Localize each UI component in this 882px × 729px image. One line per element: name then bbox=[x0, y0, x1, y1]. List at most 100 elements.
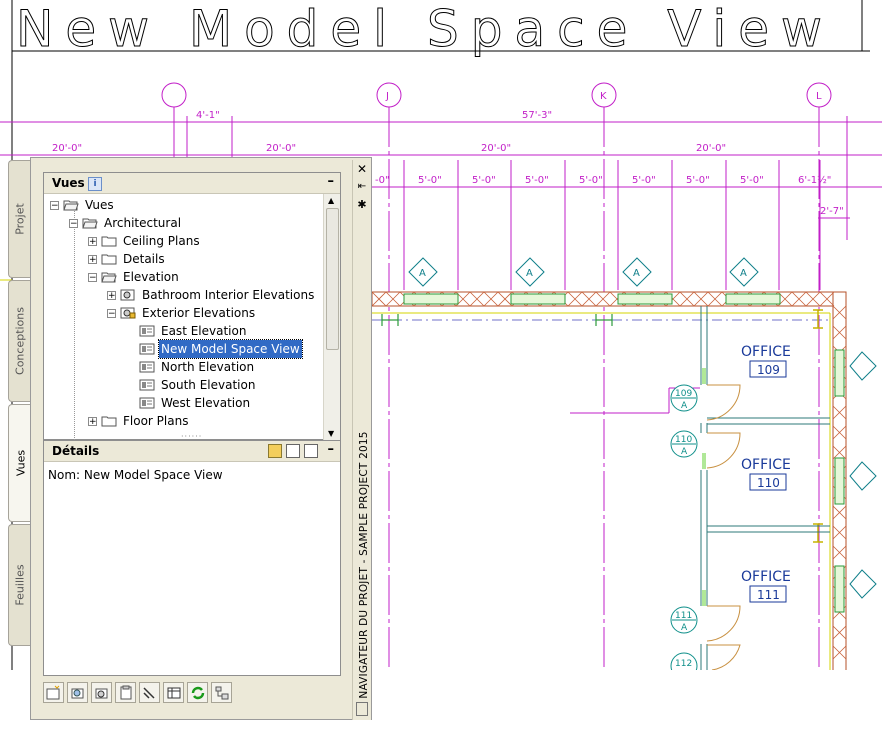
tree-node[interactable]: − Vues bbox=[50, 196, 116, 214]
tab-feuilles[interactable]: Feuilles bbox=[8, 524, 31, 646]
drawing-title: New Model Space View bbox=[16, 0, 834, 58]
folder-icon bbox=[101, 253, 117, 265]
collapse-node-icon[interactable]: − bbox=[107, 308, 116, 318]
door-tag-type: A bbox=[681, 401, 688, 411]
tree-node[interactable]: New Model Space View bbox=[126, 339, 303, 359]
tree-node-label: Exterior Elevations bbox=[142, 306, 256, 320]
views-tree: − Vues − Architectural + Ceiling Plans + Detail… bbox=[44, 194, 325, 440]
views-section-header[interactable]: Vues i – bbox=[44, 173, 340, 194]
tree-node[interactable]: North Elevation bbox=[126, 358, 256, 376]
tree-node[interactable]: − Elevation bbox=[88, 268, 181, 286]
add-detail-view-button[interactable] bbox=[91, 682, 112, 703]
expand-node-icon[interactable]: + bbox=[88, 416, 97, 426]
add-view-button[interactable] bbox=[43, 682, 64, 703]
palette-vertical-title: NAVIGATEUR DU PROJET - SAMPLE PROJECT 20… bbox=[356, 430, 372, 700]
dim-label: 20'-0" bbox=[481, 143, 511, 154]
room-name: OFFICE bbox=[741, 344, 791, 360]
dim-label: 57'-3" bbox=[522, 110, 552, 121]
tree-node-label: New Model Space View bbox=[158, 339, 303, 359]
scrollbar-thumb[interactable] bbox=[326, 208, 339, 350]
palette-menu-icon[interactable] bbox=[356, 702, 368, 716]
room-name: OFFICE bbox=[741, 457, 791, 473]
close-icon[interactable]: ✕ bbox=[355, 162, 369, 176]
tab-conceptions[interactable]: Conceptions bbox=[8, 280, 31, 402]
tree-node[interactable]: + Bathroom Interior Elevations bbox=[107, 286, 316, 304]
room-number: 111 bbox=[757, 588, 780, 602]
details-section: Détails – Nom: New Model Space View bbox=[43, 440, 341, 676]
details-section-header[interactable]: Détails – bbox=[44, 441, 340, 462]
zoom-preview-icon[interactable] bbox=[304, 444, 318, 458]
project-navigator-palette: Vues i – − Vues − Architectural + Ceiling Pla… bbox=[30, 157, 372, 720]
folder-open-icon bbox=[63, 199, 79, 211]
tree-node[interactable]: South Elevation bbox=[126, 376, 257, 394]
tree-node[interactable]: − Architectural bbox=[69, 214, 183, 232]
view-set-locked-icon bbox=[120, 307, 136, 319]
dim-label: -0" bbox=[375, 175, 390, 186]
collapse-icon[interactable]: – bbox=[328, 442, 335, 457]
expand-node-icon[interactable]: + bbox=[88, 236, 97, 246]
tab-projet[interactable]: Projet bbox=[8, 160, 31, 278]
tree-node-label: Architectural bbox=[104, 216, 182, 230]
info-icon[interactable]: i bbox=[88, 177, 102, 191]
tree-node-label: Elevation bbox=[123, 270, 179, 284]
dim-label: 5'-0" bbox=[632, 175, 656, 186]
auto-hide-icon[interactable]: ⇤ bbox=[355, 180, 369, 194]
tree-node[interactable]: − Exterior Elevations bbox=[107, 304, 257, 322]
tree-node-label: Vues bbox=[85, 198, 114, 212]
collapse-node-icon[interactable]: − bbox=[88, 272, 97, 282]
grid-bubble-l: L bbox=[816, 91, 822, 102]
scroll-up-icon[interactable]: ▲ bbox=[328, 196, 334, 205]
reposition-button[interactable] bbox=[139, 682, 160, 703]
tree-node[interactable]: West Elevation bbox=[126, 394, 252, 412]
view-icon bbox=[139, 343, 155, 355]
tree-node[interactable]: + Floor Plans bbox=[88, 412, 190, 430]
tree-scrollbar[interactable]: ▲ ▼ bbox=[323, 194, 340, 440]
folder-icon bbox=[101, 415, 117, 427]
tree-node[interactable]: + Details bbox=[88, 250, 167, 268]
view-icon bbox=[139, 325, 155, 337]
window-tag: A bbox=[740, 268, 747, 279]
dim-label: 4'-1" bbox=[196, 110, 220, 121]
navigator-title-text: NAVIGATEUR DU PROJET - SAMPLE PROJECT 20… bbox=[358, 431, 370, 699]
add-category-button[interactable] bbox=[67, 682, 88, 703]
expand-node-icon[interactable]: + bbox=[88, 254, 97, 264]
dim-label: 5'-0" bbox=[740, 175, 764, 186]
repath-project-button[interactable] bbox=[211, 682, 232, 703]
views-section-title: Vues bbox=[52, 176, 85, 190]
table-button[interactable] bbox=[163, 682, 184, 703]
dim-label: 20'-0" bbox=[52, 143, 82, 154]
dim-label: 5'-0" bbox=[418, 175, 442, 186]
folder-open-icon bbox=[101, 271, 117, 283]
preview-icon[interactable] bbox=[286, 444, 300, 458]
folder-icon bbox=[101, 235, 117, 247]
folder-open-icon bbox=[82, 217, 98, 229]
tree-node[interactable]: East Elevation bbox=[126, 322, 248, 340]
tree-node-label: Ceiling Plans bbox=[123, 234, 200, 248]
details-name-line: Nom: New Model Space View bbox=[48, 468, 223, 482]
window-tag: A bbox=[419, 268, 426, 279]
view-set-icon bbox=[120, 289, 136, 301]
dim-label: 20'-0" bbox=[266, 143, 296, 154]
clipboard-button[interactable] bbox=[115, 682, 136, 703]
room-name: OFFICE bbox=[741, 569, 791, 585]
expand-node-icon[interactable]: + bbox=[107, 290, 116, 300]
dim-label: 5'-0" bbox=[472, 175, 496, 186]
refresh-button[interactable] bbox=[187, 682, 208, 703]
window-tag: A bbox=[526, 268, 533, 279]
room-number: 109 bbox=[757, 363, 780, 377]
grid-bubble-j: J bbox=[385, 91, 389, 102]
tree-node-label: Bathroom Interior Elevations bbox=[142, 288, 315, 302]
collapse-node-icon[interactable]: − bbox=[69, 218, 78, 228]
collapse-icon[interactable]: – bbox=[328, 174, 335, 189]
door-tag-type: A bbox=[681, 447, 688, 457]
room-number: 110 bbox=[757, 476, 780, 490]
properties-icon[interactable] bbox=[268, 444, 282, 458]
tab-vues-label: Vues bbox=[14, 449, 28, 477]
collapse-node-icon[interactable]: − bbox=[50, 200, 59, 210]
dim-label: 5'-0" bbox=[686, 175, 710, 186]
tree-node[interactable]: + Ceiling Plans bbox=[88, 232, 202, 250]
scroll-down-icon[interactable]: ▼ bbox=[328, 429, 334, 438]
tab-feuilles-label: Feuilles bbox=[13, 564, 27, 606]
door-tag-number: 110 bbox=[675, 435, 692, 445]
properties-menu-icon[interactable]: ✱ bbox=[355, 198, 369, 212]
